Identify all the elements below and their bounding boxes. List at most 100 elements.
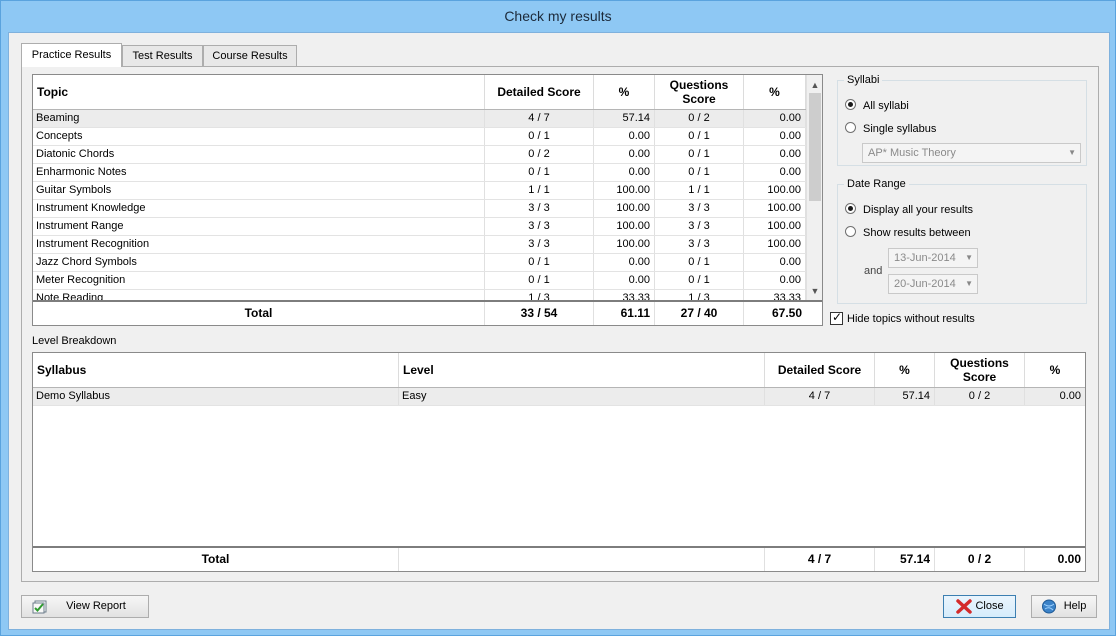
col-percent-2[interactable]: %	[1025, 353, 1085, 387]
end-date-picker[interactable]: 20-Jun-2014 ▼	[888, 274, 978, 294]
detailed-score-cell: 3 / 3	[485, 236, 594, 253]
tab-test-results[interactable]: Test Results	[122, 45, 203, 66]
chevron-down-icon: ▼	[965, 253, 973, 262]
questions-score-cell: 3 / 3	[655, 236, 744, 253]
detailed-score-cell: 0 / 1	[485, 128, 594, 145]
topics-scrollbar[interactable]: ▲ ▼	[806, 75, 822, 301]
col-percent-1[interactable]: %	[594, 75, 655, 109]
total-questions-score: 0 / 2	[935, 548, 1025, 571]
hide-topics-checkbox[interactable]	[830, 310, 843, 325]
percent-2-cell: 0.00	[744, 254, 806, 271]
level-breakdown-title: Level Breakdown	[32, 335, 117, 347]
percent-2-cell: 100.00	[744, 182, 806, 199]
topics-table: Topic Detailed Score % Questions Score %…	[32, 74, 823, 326]
percent-1-cell: 0.00	[594, 272, 655, 289]
total-percent-1: 61.11	[594, 302, 655, 325]
chevron-down-icon[interactable]: ▼	[807, 283, 822, 299]
col-percent-2[interactable]: %	[744, 75, 806, 109]
dialog-window: Check my results Practice Results Test R…	[0, 0, 1116, 636]
col-detailed-score[interactable]: Detailed Score	[765, 353, 875, 387]
col-questions-score[interactable]: Questions Score	[655, 75, 744, 109]
start-date-value: 13-Jun-2014	[894, 252, 956, 264]
questions-score-cell: 0 / 1	[655, 128, 744, 145]
total-percent-2: 0.00	[1057, 552, 1081, 566]
col-level[interactable]: Level	[399, 353, 765, 387]
percent-2-cell: 0.00	[744, 128, 806, 145]
dialog-client: Practice Results Test Results Course Res…	[8, 32, 1110, 630]
chevron-down-icon: ▼	[965, 279, 973, 288]
report-check-icon	[32, 600, 47, 614]
detailed-score-cell: 4 / 7	[485, 110, 594, 127]
topic-cell: Beaming	[33, 110, 485, 127]
tab-course-results[interactable]: Course Results	[203, 45, 297, 66]
display-all-label: Display all your results	[863, 204, 974, 216]
syllabus-select[interactable]: AP* Music Theory ▼	[862, 143, 1081, 163]
table-row[interactable]: Enharmonic Notes 0 / 1 0.00 0 / 1 0.00	[33, 164, 806, 182]
practice-results-panel: Topic Detailed Score % Questions Score %…	[21, 66, 1099, 582]
red-x-icon	[956, 599, 972, 614]
topic-cell: Instrument Range	[33, 218, 485, 235]
total-empty-cell	[399, 548, 765, 571]
syllabus-cell: Demo Syllabus	[33, 388, 399, 405]
questions-score-cell: 1 / 1	[655, 182, 744, 199]
topic-cell: Instrument Recognition	[33, 236, 485, 253]
table-row[interactable]: Concepts 0 / 1 0.00 0 / 1 0.00	[33, 128, 806, 146]
col-percent-1[interactable]: %	[875, 353, 935, 387]
view-report-button[interactable]: View Report	[21, 595, 149, 618]
table-row[interactable]: Diatonic Chords 0 / 2 0.00 0 / 1 0.00	[33, 146, 806, 164]
table-row[interactable]: Jazz Chord Symbols 0 / 1 0.00 0 / 1 0.00	[33, 254, 806, 272]
table-row[interactable]: Instrument Range 3 / 3 100.00 3 / 3 100.00	[33, 218, 806, 236]
percent-2-cell: 100.00	[744, 236, 806, 253]
level-table-header: Syllabus Level Detailed Score % Question…	[33, 353, 1085, 388]
scrollbar-thumb[interactable]	[809, 93, 821, 201]
radio-selected-icon[interactable]	[845, 203, 856, 214]
table-row[interactable]: Guitar Symbols 1 / 1 100.00 1 / 1 100.00	[33, 182, 806, 200]
radio-unselected-icon[interactable]	[845, 122, 856, 133]
show-between-label: Show results between	[863, 227, 971, 239]
radio-selected-icon[interactable]	[845, 99, 856, 110]
all-syllabi-label: All syllabi	[863, 100, 909, 112]
questions-score-cell: 0 / 1	[655, 272, 744, 289]
percent-1-cell: 100.00	[594, 218, 655, 235]
total-percent-1: 57.14	[875, 548, 935, 571]
percent-1-cell: 100.00	[594, 200, 655, 217]
topics-table-header: Topic Detailed Score % Questions Score %	[33, 75, 806, 110]
table-row[interactable]: Meter Recognition 0 / 1 0.00 0 / 1 0.00	[33, 272, 806, 290]
topic-cell: Note Reading	[33, 290, 485, 300]
and-label: and	[864, 265, 883, 277]
detailed-score-cell: 3 / 3	[485, 218, 594, 235]
chevron-up-icon[interactable]: ▲	[807, 77, 822, 93]
hide-topics-label: Hide topics without results	[847, 313, 975, 325]
close-button[interactable]: Close	[943, 595, 1016, 618]
table-row[interactable]: Instrument Knowledge 3 / 3 100.00 3 / 3 100.…	[33, 200, 806, 218]
syllabi-title: Syllabi	[844, 73, 883, 87]
topics-total-row: Total 33 / 54 61.11 27 / 40 67.50	[33, 300, 822, 325]
percent-1-cell: 0.00	[594, 164, 655, 181]
radio-unselected-icon[interactable]	[845, 226, 856, 237]
percent-2-cell: 0.00	[744, 146, 806, 163]
table-row[interactable]: Instrument Recognition 3 / 3 100.00 3 / 3 10…	[33, 236, 806, 254]
questions-score-cell: 3 / 3	[655, 200, 744, 217]
tab-practice-results[interactable]: Practice Results	[21, 43, 122, 67]
questions-score-cell: 3 / 3	[655, 218, 744, 235]
col-topic[interactable]: Topic	[33, 75, 485, 109]
percent-2-cell: 0.00	[744, 272, 806, 289]
start-date-picker[interactable]: 13-Jun-2014 ▼	[888, 248, 978, 268]
topic-cell: Jazz Chord Symbols	[33, 254, 485, 271]
help-button[interactable]: Help	[1031, 595, 1097, 618]
percent-2-cell: 0.00	[1059, 390, 1081, 402]
percent-2-cell: 0.00	[744, 164, 806, 181]
total-label: Total	[33, 548, 399, 571]
detailed-score-cell: 4 / 7	[765, 388, 875, 405]
detailed-score-cell: 0 / 1	[485, 254, 594, 271]
col-syllabus[interactable]: Syllabus	[33, 353, 399, 387]
detailed-score-cell: 1 / 3	[485, 290, 594, 300]
total-label: Total	[33, 302, 485, 325]
topic-cell: Instrument Knowledge	[33, 200, 485, 217]
table-row[interactable]: Beaming 4 / 7 57.14 0 / 2 0.00	[33, 110, 806, 128]
col-detailed-score[interactable]: Detailed Score	[485, 75, 594, 109]
table-row[interactable]: Note Reading 1 / 3 33.33 1 / 3 33.33	[33, 290, 806, 300]
table-row[interactable]: Demo Syllabus Easy 4 / 7 57.14 0 / 2 0.0…	[33, 388, 1085, 406]
col-questions-score[interactable]: Questions Score	[935, 353, 1025, 387]
percent-1-cell: 0.00	[594, 128, 655, 145]
